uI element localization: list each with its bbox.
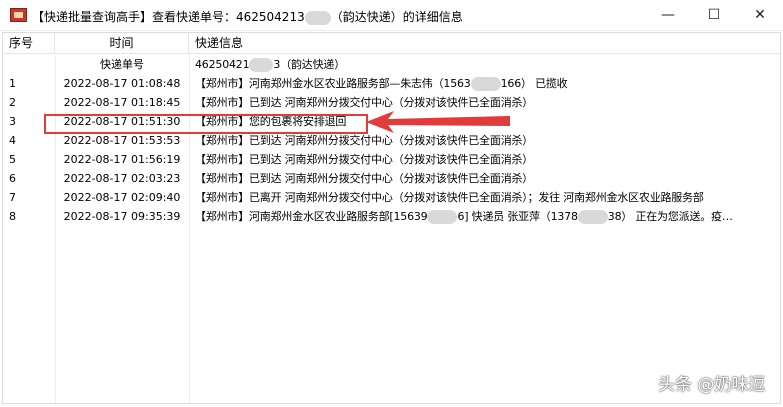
column-header-time[interactable]: 时间	[55, 33, 189, 54]
row-info: 【郑州市】河南郑州金水区农业路服务部—朱志伟（1563 166） 已揽收	[189, 74, 780, 93]
tracking-number-prefix: 46250421	[195, 58, 250, 71]
row-time: 2022-08-17 01:18:45	[63, 96, 181, 109]
annotation-highlight-box	[44, 114, 368, 134]
table-row[interactable]: 5 2022-08-17 01:56:19 【郑州市】已到达 河南郑州分拨交付中…	[3, 150, 780, 169]
watermark: 头条 @奶味逗	[658, 375, 766, 395]
row-time: 2022-08-17 02:03:23	[63, 172, 181, 185]
row-info: 【郑州市】已到达 河南郑州分拨交付中心（分拨对该快件已全面消杀）	[195, 172, 534, 185]
maximize-button[interactable]: ☐	[691, 0, 737, 31]
minimize-button[interactable]: —	[645, 0, 691, 31]
list-header: 序号 时间 快递信息	[3, 33, 780, 54]
row-seq: 8	[9, 210, 16, 223]
table-row[interactable]: 8 2022-08-17 09:35:39 【郑州市】河南郑州金水区农业路服务部…	[3, 207, 780, 226]
tracking-number-suffix: 3（韵达快递）	[273, 58, 345, 71]
annotation-arrow-icon	[366, 111, 510, 133]
table-row[interactable]: 1 2022-08-17 01:08:48 【郑州市】河南郑州金水区农业路服务部…	[3, 74, 780, 93]
window-title: 【快递批量查询高手】查看快递单号：462504213 （韵达快递）的详细信息	[32, 8, 463, 25]
row-info-text: 166） 已揽收	[500, 77, 568, 90]
redacted-blur	[249, 58, 274, 72]
window-title-suffix: （韵达快递）的详细信息	[330, 10, 463, 24]
subheader-row: 快递单号 46250421 3（韵达快递）	[3, 55, 780, 74]
row-info-text: 6] 快递员 张亚萍（1378	[457, 210, 578, 223]
row-seq: 5	[9, 153, 16, 166]
redacted-blur	[470, 77, 501, 91]
row-seq: 2	[9, 96, 16, 109]
redacted-blur	[304, 10, 331, 25]
list-rows: 快递单号 46250421 3（韵达快递） 1 2022-08-17 01:08:…	[3, 55, 780, 226]
app-logo-icon	[10, 8, 27, 22]
row-seq: 7	[9, 191, 16, 204]
title-bar: 【快递批量查询高手】查看快递单号：462504213 （韵达快递）的详细信息 — …	[0, 0, 783, 31]
column-header-seq[interactable]: 序号	[3, 33, 55, 54]
row-time: 2022-08-17 09:35:39	[63, 210, 181, 223]
redacted-blur	[577, 210, 608, 224]
tracking-list[interactable]: 序号 时间 快递信息 快递单号 46250421 3（韵达快递） 1 2022-0…	[2, 32, 781, 404]
row-info: 【郑州市】已离开 河南郑州分拨交付中心（分拨对该快件已全面消杀）；发往 河南郑州…	[195, 191, 704, 204]
table-row[interactable]: 7 2022-08-17 02:09:40 【郑州市】已离开 河南郑州分拨交付中…	[3, 188, 780, 207]
window-title-main: 【快递批量查询高手】查看快递单号：462504213	[32, 10, 305, 24]
row-info: 【郑州市】已到达 河南郑州分拨交付中心（分拨对该快件已全面消杀）	[195, 153, 534, 166]
row-time: 2022-08-17 01:08:48	[63, 77, 181, 90]
row-seq: 6	[9, 172, 16, 185]
row-info: 【郑州市】河南郑州金水区农业路服务部[15639 6] 快递员 张亚萍（1378 3…	[189, 207, 780, 226]
tracking-number-label: 快递单号	[100, 58, 144, 71]
table-row[interactable]: 6 2022-08-17 02:03:23 【郑州市】已到达 河南郑州分拨交付中…	[3, 169, 780, 188]
row-info-text: 【郑州市】河南郑州金水区农业路服务部—朱志伟（1563	[195, 77, 471, 90]
row-info-text: 【郑州市】河南郑州金水区农业路服务部[15639	[195, 210, 428, 223]
row-time: 2022-08-17 02:09:40	[63, 191, 181, 204]
close-button[interactable]: ✕	[737, 0, 783, 31]
row-info-text: 38） 正在为您派送。疫…	[607, 210, 733, 223]
column-header-info[interactable]: 快递信息	[189, 33, 780, 54]
redacted-blur	[427, 210, 458, 224]
tracking-number-value: 46250421 3（韵达快递）	[189, 55, 780, 74]
row-time: 2022-08-17 01:56:19	[63, 153, 181, 166]
row-seq: 1	[9, 77, 16, 90]
